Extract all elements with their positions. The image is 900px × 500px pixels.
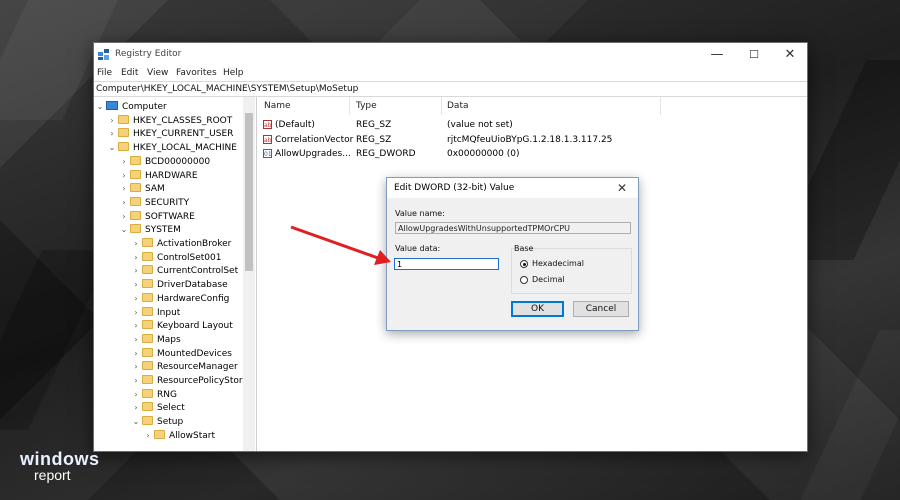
annotation-arrow (290, 225, 391, 265)
logo-line-1: windows (20, 449, 100, 469)
windows-report-logo: windows report (20, 449, 100, 483)
logo-line-2: report (34, 467, 71, 483)
